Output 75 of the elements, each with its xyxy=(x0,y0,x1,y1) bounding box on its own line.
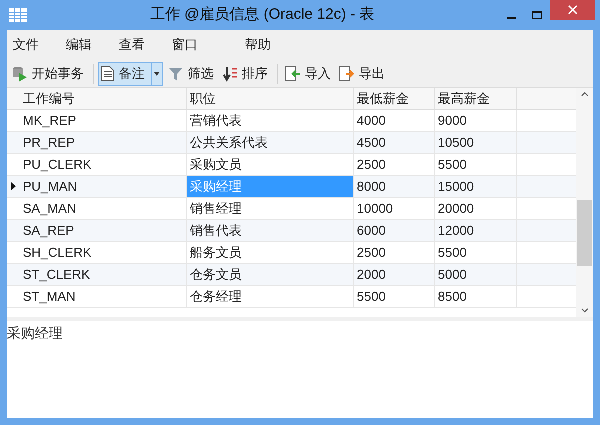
table-cell[interactable]: 10500 xyxy=(435,132,517,153)
table-cell[interactable]: 5500 xyxy=(435,154,517,175)
scroll-thumb[interactable] xyxy=(577,200,592,266)
table-cell[interactable]: 销售代表 xyxy=(187,220,354,241)
dropdown-arrow-icon[interactable] xyxy=(154,72,160,76)
funnel-icon xyxy=(168,66,184,82)
table-cell[interactable]: 8000 xyxy=(354,176,435,197)
column-header[interactable]: 职位 xyxy=(187,88,354,109)
table-row[interactable]: ST_MAN 仓务经理 5500 8500 xyxy=(7,286,576,308)
table-cell[interactable]: 仓务文员 xyxy=(187,264,354,285)
table-row[interactable]: SA_MAN 销售经理 10000 20000 xyxy=(7,198,576,220)
column-header[interactable]: 最低薪金 xyxy=(354,88,435,109)
table-cell[interactable]: 20000 xyxy=(435,198,517,219)
menu-item[interactable]: 帮助 xyxy=(245,35,271,55)
table-cell[interactable]: 2500 xyxy=(354,242,435,263)
table-cell[interactable]: 营销代表 xyxy=(187,110,354,131)
table-row[interactable]: SH_CLERK 船务文员 2500 5500 xyxy=(7,242,576,264)
close-button[interactable] xyxy=(550,0,595,20)
document-icon xyxy=(101,66,115,82)
table-cell[interactable]: SA_REP xyxy=(20,220,187,241)
table-cell[interactable]: ST_CLERK xyxy=(20,264,187,285)
toolbar-button[interactable]: 备注 xyxy=(98,62,163,86)
toolbar-button[interactable]: 导出 xyxy=(336,62,388,86)
database-play-icon xyxy=(12,66,28,82)
table-cell[interactable]: 10000 xyxy=(354,198,435,219)
table-cell[interactable]: SH_CLERK xyxy=(20,242,187,263)
table-cell[interactable]: 船务文员 xyxy=(187,242,354,263)
toolbar-button[interactable]: 筛选 xyxy=(165,62,217,86)
table-cell[interactable]: 12000 xyxy=(435,220,517,241)
table-cell[interactable]: 2500 xyxy=(354,154,435,175)
table-cell[interactable]: MK_REP xyxy=(20,110,187,131)
table-row[interactable]: PU_CLERK 采购文员 2500 5500 xyxy=(7,154,576,176)
table-cell[interactable]: 2000 xyxy=(354,264,435,285)
memo-text[interactable]: 采购经理 xyxy=(7,325,63,341)
import-icon xyxy=(285,66,301,82)
table-row[interactable]: MK_REP 营销代表 4000 9000 xyxy=(7,110,576,132)
window-title: 工作 @雇员信息 (Oracle 12c) - 表 xyxy=(149,4,376,25)
scroll-up-icon[interactable] xyxy=(580,92,588,97)
table-row[interactable]: SA_REP 销售代表 6000 12000 xyxy=(7,220,576,242)
export-icon xyxy=(339,66,355,82)
table-cell[interactable]: 采购文员 xyxy=(187,154,354,175)
close-icon xyxy=(568,5,578,15)
scroll-down-icon[interactable] xyxy=(580,308,588,313)
table-cell[interactable]: 5500 xyxy=(435,242,517,263)
table-cell[interactable]: 4000 xyxy=(354,110,435,131)
table-cell[interactable]: SA_MAN xyxy=(20,198,187,219)
toolbar-button[interactable]: 开始事务 xyxy=(9,62,87,86)
table-cell[interactable]: 销售经理 xyxy=(187,198,354,219)
menu-item[interactable]: 窗口 xyxy=(172,35,198,55)
table-cell[interactable]: ST_MAN xyxy=(20,286,187,307)
table-cell[interactable]: 5000 xyxy=(435,264,517,285)
table-cell[interactable]: 4500 xyxy=(354,132,435,153)
table-cell[interactable]: 15000 xyxy=(435,176,517,197)
toolbar-button[interactable]: 导入 xyxy=(282,62,334,86)
menu-item[interactable]: 查看 xyxy=(119,35,145,55)
table-cell[interactable]: 8500 xyxy=(435,286,517,307)
table-cell[interactable]: 公共关系代表 xyxy=(187,132,354,153)
toolbar-button[interactable]: 排序 xyxy=(219,62,271,86)
column-header[interactable]: 最高薪金 xyxy=(435,88,517,109)
menu-item[interactable]: 文件 xyxy=(13,35,39,55)
table-cell[interactable]: PU_CLERK xyxy=(20,154,187,175)
table-row[interactable]: PR_REP 公共关系代表 4500 10500 xyxy=(7,132,576,154)
column-header[interactable]: 工作编号 xyxy=(20,88,187,109)
sort-icon xyxy=(222,66,238,82)
row-pointer-icon xyxy=(11,182,16,191)
table-row[interactable]: ST_CLERK 仓务文员 2000 5000 xyxy=(7,264,576,286)
table-cell[interactable]: 5500 xyxy=(354,286,435,307)
table-cell[interactable]: 9000 xyxy=(435,110,517,131)
table-cell[interactable]: PR_REP xyxy=(20,132,187,153)
scrollbar[interactable] xyxy=(576,88,593,317)
table-icon xyxy=(9,8,27,22)
menu-item[interactable]: 编辑 xyxy=(66,35,92,55)
table-cell[interactable]: 6000 xyxy=(354,220,435,241)
table-row[interactable]: PU_MAN 采购经理 8000 15000 xyxy=(7,176,576,198)
table-cell[interactable]: 仓务经理 xyxy=(187,286,354,307)
